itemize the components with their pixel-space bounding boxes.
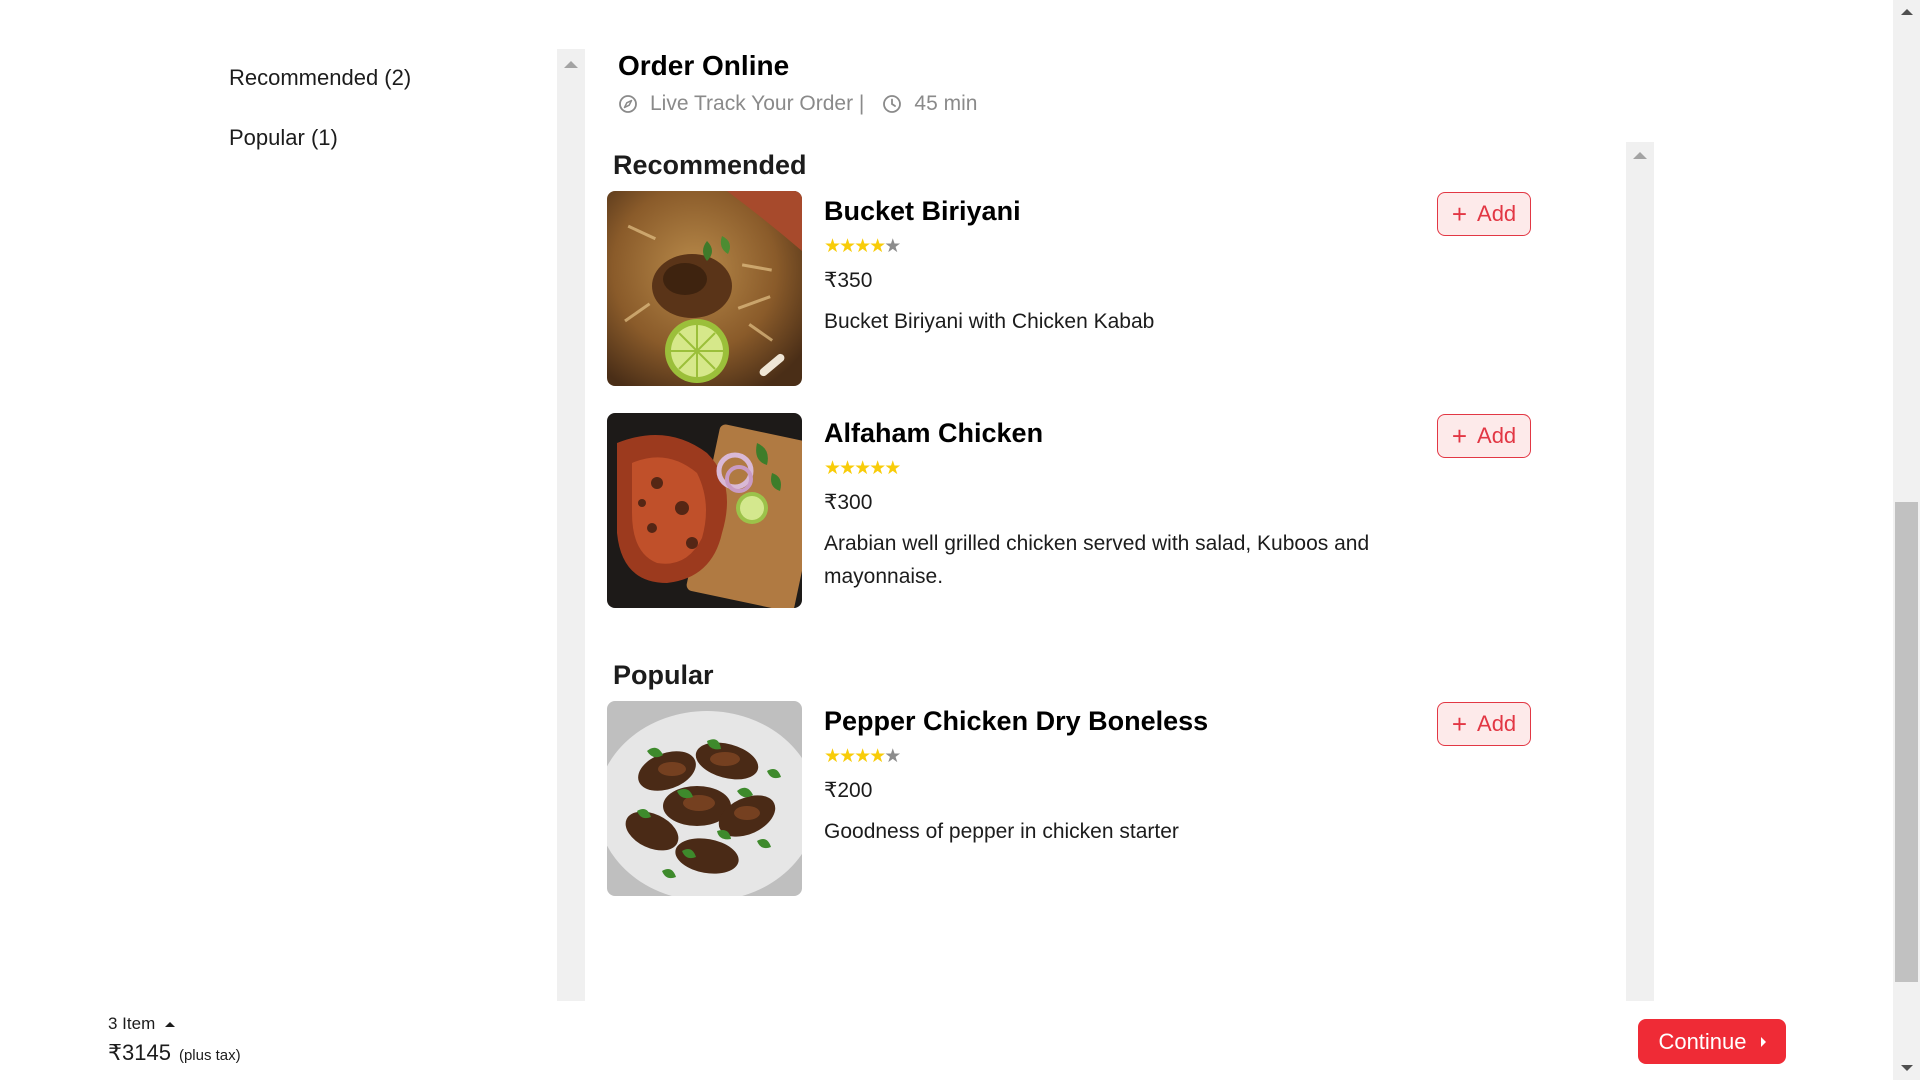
total-amount: ₹3145 — [108, 1040, 171, 1065]
scroll-down-arrow-icon[interactable] — [1901, 1065, 1913, 1071]
dish-description: Bucket Biriyani with Chicken Kabab — [824, 310, 1155, 333]
caret-right-icon — [1760, 1036, 1766, 1047]
scroll-up-arrow-icon[interactable] — [564, 61, 578, 68]
star-filled-icon: ★ — [839, 236, 856, 257]
add-button-label: Add — [1477, 423, 1517, 448]
live-track-label: Live Track Your Order | — [650, 92, 865, 115]
clock-icon — [882, 94, 902, 114]
dish-card: Alfaham Chicken ★★★★★ ₹300 Arabian well … — [605, 413, 1627, 609]
cart-count-toggle[interactable]: 3 Item — [108, 1014, 241, 1034]
delivery-time: 45 min — [914, 92, 978, 115]
star-filled-icon: ★ — [854, 236, 871, 257]
star-filled-icon: ★ — [824, 236, 841, 257]
add-button[interactable]: + Add — [1437, 702, 1531, 746]
scrollbar-thumb[interactable] — [1895, 502, 1918, 982]
star-empty-icon: ★ — [884, 746, 901, 767]
dish-price: ₹300 — [824, 491, 873, 514]
plus-icon: + — [1451, 421, 1468, 451]
dish-name: Pepper Chicken Dry Boneless — [824, 706, 1209, 736]
nav-scrollbar[interactable] — [557, 49, 585, 1001]
dish-name: Alfaham Chicken — [824, 418, 1044, 448]
menu-list: Recommended Bucket Biriyani ★★★★★ ₹350 B… — [605, 147, 1627, 923]
cart-total: ₹3145 (plus tax) — [108, 1040, 241, 1066]
tax-note: (plus tax) — [178, 1047, 241, 1064]
page-title: Order Online — [618, 50, 790, 81]
cart-count: 3 Item — [108, 1014, 156, 1033]
dish-info: Pepper Chicken Dry Boneless ★★★★★ ₹200 G… — [824, 701, 1404, 848]
add-button[interactable]: + Add — [1437, 414, 1531, 458]
star-rating: ★★★★★ — [824, 235, 1404, 257]
menu-scrollbar[interactable] — [1626, 142, 1654, 1001]
star-filled-icon: ★ — [839, 746, 856, 767]
dish-card: Pepper Chicken Dry Boneless ★★★★★ ₹200 G… — [605, 701, 1627, 897]
section-title-popular: Popular — [613, 660, 714, 690]
dish-price: ₹200 — [824, 779, 873, 802]
dish-card: Bucket Biriyani ★★★★★ ₹350 Bucket Biriya… — [605, 191, 1627, 387]
star-rating: ★★★★★ — [824, 457, 1404, 479]
dish-info: Alfaham Chicken ★★★★★ ₹300 Arabian well … — [824, 413, 1404, 593]
scroll-up-arrow-icon[interactable] — [1633, 152, 1647, 159]
star-filled-icon: ★ — [854, 458, 871, 479]
star-filled-icon: ★ — [839, 458, 856, 479]
star-rating: ★★★★★ — [824, 745, 1404, 767]
section-title-recommended: Recommended — [613, 150, 807, 180]
star-filled-icon: ★ — [869, 236, 886, 257]
page-scrollbar[interactable] — [1893, 0, 1920, 1080]
star-filled-icon: ★ — [854, 746, 871, 767]
plus-icon: + — [1451, 199, 1468, 229]
dish-price: ₹350 — [824, 269, 873, 292]
dish-info: Bucket Biriyani ★★★★★ ₹350 Bucket Biriya… — [824, 191, 1404, 338]
continue-button-label: Continue — [1658, 1028, 1747, 1054]
add-button[interactable]: + Add — [1437, 192, 1531, 236]
dish-description: Arabian well grilled chicken served with… — [824, 532, 1370, 588]
scroll-up-arrow-icon[interactable] — [1901, 9, 1913, 15]
cart-summary: 3 Item ₹3145 (plus tax) — [108, 1014, 241, 1066]
add-button-label: Add — [1477, 201, 1517, 226]
dish-description: Goodness of pepper in chicken starter — [824, 820, 1179, 843]
plus-icon: + — [1451, 709, 1468, 739]
category-item-popular[interactable]: Popular (1) — [229, 120, 411, 180]
biryani-photo — [607, 191, 802, 386]
grilled-chicken-photo — [607, 413, 802, 608]
caret-up-icon — [165, 1021, 176, 1027]
add-button-label: Add — [1477, 711, 1517, 736]
star-empty-icon: ★ — [884, 236, 901, 257]
star-filled-icon: ★ — [869, 746, 886, 767]
category-item-recommended[interactable]: Recommended (2) — [229, 60, 411, 120]
dish-name: Bucket Biriyani — [824, 196, 1021, 226]
star-filled-icon: ★ — [824, 458, 841, 479]
star-filled-icon: ★ — [824, 746, 841, 767]
compass-icon — [618, 94, 638, 114]
star-filled-icon: ★ — [884, 458, 901, 479]
order-meta: Live Track Your Order | 45 min — [618, 92, 977, 116]
continue-button[interactable]: Continue — [1638, 1019, 1786, 1064]
pepper-chicken-photo — [607, 701, 802, 896]
category-nav: Recommended (2) Popular (1) — [229, 60, 411, 180]
star-filled-icon: ★ — [869, 458, 886, 479]
